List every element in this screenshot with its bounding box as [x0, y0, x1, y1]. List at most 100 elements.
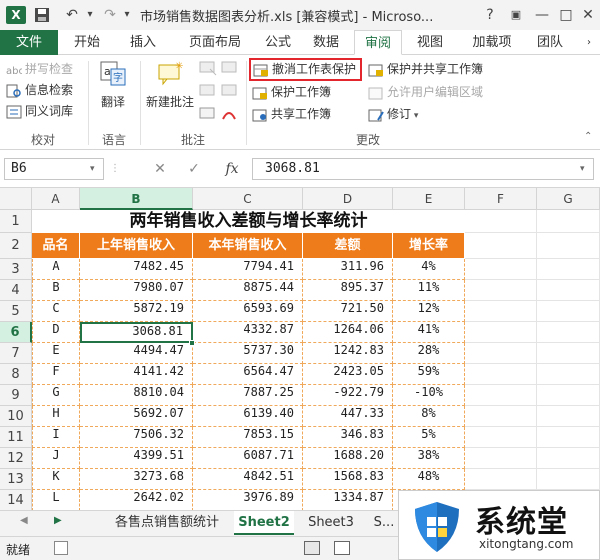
table-cell[interactable]: I — [32, 427, 80, 448]
select-all-corner[interactable] — [0, 188, 32, 210]
sheet-scroll-left-icon[interactable]: ◀ — [20, 515, 28, 526]
table-cell[interactable]: 28% — [393, 343, 465, 364]
fill-handle[interactable] — [189, 340, 195, 346]
tab-review[interactable]: 审阅 — [354, 30, 402, 55]
table-cell[interactable]: 1242.83 — [303, 343, 393, 364]
table-cell[interactable]: 1688.20 — [303, 448, 393, 469]
tab-team[interactable]: 团队 — [526, 30, 574, 55]
table-header-cell[interactable]: 增长率 — [393, 233, 465, 259]
row-header[interactable]: 14 — [0, 490, 32, 510]
name-box-dropdown-icon[interactable]: ▾ — [90, 164, 95, 174]
track-changes-button[interactable]: 修订 ▾ — [368, 104, 418, 124]
empty-cell[interactable] — [465, 406, 537, 427]
empty-cell[interactable] — [537, 301, 600, 322]
table-cell[interactable]: 6593.69 — [193, 301, 303, 322]
column-header-c[interactable]: C — [193, 188, 303, 210]
table-cell[interactable]: 5737.30 — [193, 343, 303, 364]
empty-cell[interactable] — [537, 364, 600, 385]
empty-cell[interactable] — [537, 259, 600, 280]
table-cell[interactable]: 346.83 — [303, 427, 393, 448]
table-cell[interactable]: 7980.07 — [80, 280, 193, 301]
table-cell[interactable]: 48% — [393, 469, 465, 490]
row-header[interactable]: 8 — [0, 364, 32, 385]
tab-insert[interactable]: 插入 — [118, 30, 168, 55]
table-cell[interactable]: 7482.45 — [80, 259, 193, 280]
row-header[interactable]: 11 — [0, 427, 32, 448]
empty-cell[interactable] — [465, 259, 537, 280]
table-cell[interactable]: 4332.87 — [193, 322, 303, 343]
column-header-a[interactable]: A — [32, 188, 80, 210]
table-cell[interactable]: 2423.05 — [303, 364, 393, 385]
table-cell[interactable]: -10% — [393, 385, 465, 406]
tab-view[interactable]: 视图 — [408, 30, 452, 55]
maximize-button[interactable]: □ — [554, 4, 578, 26]
table-cell[interactable]: H — [32, 406, 80, 427]
show-ink-icon[interactable] — [198, 105, 220, 125]
empty-cell[interactable] — [465, 210, 537, 233]
table-cell[interactable]: G — [32, 385, 80, 406]
sheet-title-cell[interactable]: 两年销售收入差额与增长率统计 — [32, 210, 465, 233]
sheet-scroll-right-icon[interactable]: ▶ — [54, 515, 62, 526]
empty-cell[interactable] — [465, 322, 537, 343]
undo-dropdown-icon[interactable]: ▾ — [84, 5, 96, 25]
table-cell[interactable]: 4141.42 — [80, 364, 193, 385]
table-cell[interactable]: K — [32, 469, 80, 490]
ribbon-display-icon[interactable]: ▣ — [504, 4, 528, 26]
delete-comment-icon[interactable] — [198, 59, 220, 79]
empty-cell[interactable] — [537, 233, 600, 259]
table-cell[interactable]: F — [32, 364, 80, 385]
table-cell[interactable]: 1264.06 — [303, 322, 393, 343]
row-header[interactable]: 12 — [0, 448, 32, 469]
table-cell[interactable]: 7887.25 — [193, 385, 303, 406]
empty-cell[interactable] — [537, 406, 600, 427]
empty-cell[interactable] — [537, 427, 600, 448]
table-cell[interactable]: 12% — [393, 301, 465, 322]
collapse-ribbon-icon[interactable]: ⌃ — [584, 131, 598, 145]
table-cell[interactable]: J — [32, 448, 80, 469]
translate-button[interactable]: a字 翻译 — [94, 59, 132, 113]
row-header[interactable]: 5 — [0, 301, 32, 322]
empty-cell[interactable] — [465, 364, 537, 385]
tab-formulas[interactable]: 公式 — [256, 30, 300, 55]
empty-cell[interactable] — [465, 233, 537, 259]
table-cell[interactable]: 59% — [393, 364, 465, 385]
table-cell[interactable]: 3976.89 — [193, 490, 303, 510]
row-header[interactable]: 13 — [0, 469, 32, 490]
table-cell[interactable]: 6564.47 — [193, 364, 303, 385]
previous-comment-icon[interactable] — [220, 59, 242, 79]
row-header[interactable]: 7 — [0, 343, 32, 364]
empty-cell[interactable] — [465, 343, 537, 364]
table-cell[interactable]: 4399.51 — [80, 448, 193, 469]
page-layout-view-icon[interactable] — [334, 541, 350, 555]
unprotect-sheet-button[interactable]: 撤消工作表保护 — [249, 58, 363, 81]
table-cell[interactable]: 895.37 — [303, 280, 393, 301]
sheet-tab[interactable]: S... — [366, 511, 402, 535]
table-cell[interactable]: 5872.19 — [80, 301, 193, 322]
sheet-tab[interactable]: 各售点销售额统计 — [102, 511, 232, 535]
table-header-cell[interactable]: 本年销售收入 — [193, 233, 303, 259]
undo-icon[interactable]: ↶ — [62, 5, 82, 25]
help-button[interactable]: ? — [478, 4, 502, 26]
redo-icon[interactable]: ↷ — [100, 5, 120, 25]
allow-edit-ranges-button[interactable]: 允许用户编辑区域 — [368, 82, 483, 102]
table-cell[interactable]: 1334.87 — [303, 490, 393, 510]
tab-scroll-right-icon[interactable]: › — [582, 30, 596, 55]
tab-page-layout[interactable]: 页面布局 — [176, 30, 254, 55]
row-header[interactable]: 3 — [0, 259, 32, 280]
table-cell[interactable]: 311.96 — [303, 259, 393, 280]
table-cell[interactable]: C — [32, 301, 80, 322]
table-cell[interactable]: 3273.68 — [80, 469, 193, 490]
row-header[interactable]: 4 — [0, 280, 32, 301]
table-cell[interactable]: 7853.15 — [193, 427, 303, 448]
table-cell[interactable]: 6087.71 — [193, 448, 303, 469]
table-cell[interactable]: 4% — [393, 259, 465, 280]
empty-cell[interactable] — [537, 448, 600, 469]
table-cell[interactable]: 11% — [393, 280, 465, 301]
table-cell[interactable]: 2642.02 — [80, 490, 193, 510]
row-header[interactable]: 1 — [0, 210, 32, 233]
customize-quick-access-icon[interactable]: ▾ — [121, 5, 133, 25]
share-workbook-button[interactable]: 共享工作簿 — [252, 104, 331, 124]
save-icon[interactable] — [32, 5, 52, 25]
column-header-f[interactable]: F — [465, 188, 537, 210]
table-header-cell[interactable]: 差额 — [303, 233, 393, 259]
